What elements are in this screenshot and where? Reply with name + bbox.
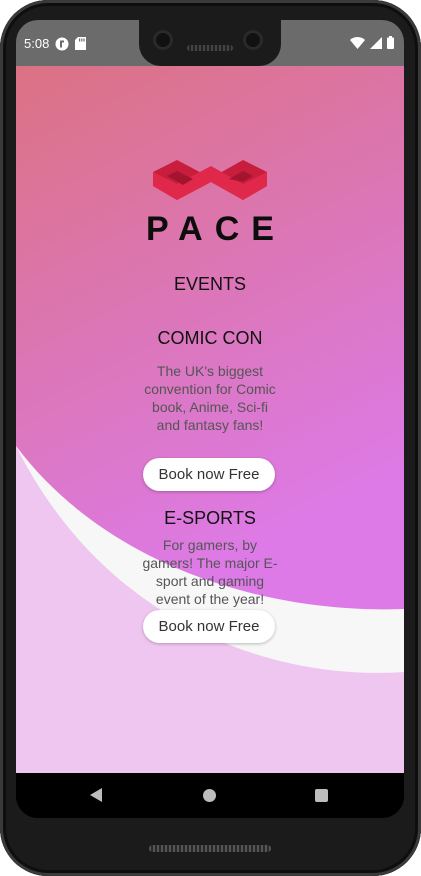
front-camera-right	[243, 30, 263, 50]
brand-name: PACE	[146, 210, 286, 248]
camera-notch	[139, 20, 281, 66]
section-title: EVENTS	[173, 274, 247, 294]
bottom-speaker-grille	[149, 845, 271, 852]
book-button-comic-con[interactable]: Book now Free	[143, 458, 275, 491]
home-icon[interactable]	[203, 789, 216, 802]
battery-icon	[387, 36, 394, 49]
events-content: PACE EVENTS COMIC CON The UK's biggest c…	[16, 66, 404, 773]
event-title-esports: E-SPORTS	[164, 508, 256, 528]
sd-card-icon	[75, 37, 87, 50]
app-notification-icon	[55, 37, 69, 50]
event-description-esports: For gamers, by gamers! The major E-sport…	[142, 537, 278, 607]
status-time: 5:08	[24, 36, 50, 51]
event-title-comic-con: COMIC CON	[157, 328, 263, 348]
app-screen: PACE EVENTS COMIC CON The UK's biggest c…	[16, 66, 404, 773]
event-description-comic-con: The UK's biggest convention for Comic bo…	[144, 363, 276, 433]
wifi-icon	[350, 36, 365, 49]
status-right	[350, 36, 394, 49]
navigation-bar	[16, 773, 404, 818]
screen: 5:08 PACE EVENTS COMIC CON The UK's bigg…	[16, 20, 404, 818]
front-camera-left	[153, 30, 173, 50]
earpiece-speaker	[187, 45, 233, 51]
signal-icon	[370, 36, 382, 49]
book-button-esports[interactable]: Book now Free	[143, 610, 275, 643]
pace-logo-icon	[153, 160, 267, 200]
status-bar: 5:08	[16, 20, 404, 66]
status-left: 5:08	[24, 36, 87, 51]
recents-icon[interactable]	[315, 789, 328, 802]
phone-frame: 5:08 PACE EVENTS COMIC CON The UK's bigg…	[0, 0, 421, 876]
back-icon[interactable]	[90, 788, 102, 802]
